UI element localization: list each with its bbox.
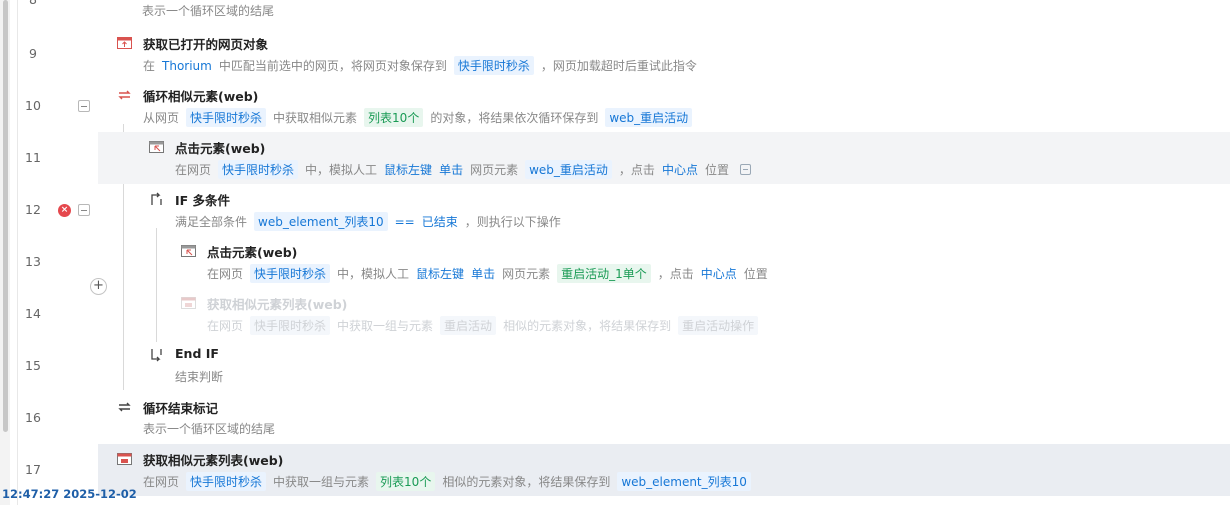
collapse-toggle[interactable]	[78, 100, 90, 112]
step-title: 获取相似元素列表(web)	[207, 297, 348, 312]
variable-tag[interactable]: 快手限时秒杀	[250, 316, 331, 335]
step-row[interactable]: 14 获取相似元素列表(web) 在网页 快手限时秒杀 中获取一组与元素 重启活动 相似…	[0, 288, 1230, 340]
step-description: 表示一个循环区域的结尾	[142, 4, 275, 18]
step-description: 表示一个循环区域的结尾	[143, 422, 276, 436]
step-row[interactable]: 12 × IF 多条件 满足全部条件 web_element_列表10 == 已结束，…	[0, 184, 1230, 236]
similar-list-icon	[117, 453, 132, 465]
line-number: 13	[25, 254, 41, 269]
variable-tag[interactable]: web_重启活动	[605, 108, 693, 127]
step-row[interactable]: 13 点击元素(web) 在网页 快手限时秒杀 中，模拟人工 鼠标左键 单击 网页元素 重启…	[0, 236, 1230, 288]
step-row[interactable]: 11 点击元素(web) 在网页 快手限时秒杀 中，模拟人工 鼠标左键 单击 网页元素 we…	[0, 132, 1230, 184]
variable-tag[interactable]: 快手限时秒杀	[218, 160, 299, 179]
variable-tag[interactable]: web_重启活动	[525, 160, 612, 179]
line-number: 15	[25, 358, 41, 373]
element-tag[interactable]: 列表10个	[376, 472, 436, 491]
loop-end-icon	[118, 402, 131, 412]
step-row[interactable]: 10 循环相似元素(web) 从网页 快手限时秒杀 中获取相似元素 列表10个 的对象，…	[0, 80, 1230, 132]
line-number: 8	[18, 0, 48, 7]
step-title: 循环相似元素(web)	[143, 89, 259, 104]
variable-tag[interactable]: 快手限时秒杀	[186, 472, 267, 491]
step-row[interactable]: 16 循环结束标记 表示一个循环区域的结尾	[0, 392, 1230, 444]
line-number: 17	[25, 462, 41, 477]
click-element-icon	[181, 245, 196, 257]
step-title: 点击元素(web)	[207, 245, 298, 260]
step-title: 点击元素(web)	[175, 141, 266, 156]
step-title: 循环结束标记	[143, 401, 219, 416]
collapse-toggle[interactable]	[78, 204, 90, 216]
variable-tag[interactable]: 快手限时秒杀	[250, 264, 331, 283]
note-icon[interactable]	[739, 164, 751, 175]
webpage-open-icon	[117, 37, 132, 49]
step-row[interactable]: 15 End IF 结束判断	[0, 340, 1230, 392]
if-icon	[151, 192, 162, 205]
step-row[interactable]: 9 获取已打开的网页对象 在 Thorium 中匹配当前选中的网页，将网页对象保存到…	[0, 28, 1230, 80]
loop-icon	[118, 90, 131, 100]
line-number: 10	[25, 98, 41, 113]
step-title: IF 多条件	[175, 193, 231, 208]
step-description: 在网页 快手限时秒杀 中，模拟人工 鼠标左键 单击 网页元素 web_重启活动 ，点击 中心点位…	[175, 160, 758, 179]
variable-tag[interactable]: web_element_列表10	[254, 212, 388, 231]
step-description: 在 Thorium 中匹配当前选中的网页，将网页对象保存到 快手限时秒杀 ，网页加载超时…	[143, 56, 704, 75]
step-title: End IF	[175, 346, 219, 361]
step-description: 在网页 快手限时秒杀 中获取一组与元素 重启活动 相似的元素对象，将结果保存到 重启活动操…	[207, 316, 765, 335]
element-tag[interactable]: 重启活动_1单个	[557, 264, 651, 283]
element-tag[interactable]: 列表10个	[364, 108, 424, 127]
similar-list-icon	[181, 297, 196, 309]
step-description: 从网页 快手限时秒杀 中获取相似元素 列表10个 的对象，将结果依次循环保存到 web_重…	[143, 108, 699, 127]
line-number: 12	[25, 202, 41, 217]
element-tag[interactable]: 重启活动	[440, 316, 497, 335]
step-row[interactable]: 8 表示一个循环区域的结尾	[0, 0, 1230, 26]
step-description: 在网页 快手限时秒杀 中，模拟人工 鼠标左键 单击 网页元素 重启活动_1单个 ，点击 中心点位…	[207, 264, 775, 283]
variable-tag[interactable]: 重启活动操作	[678, 316, 759, 335]
step-title: 获取已打开的网页对象	[143, 37, 269, 52]
click-element-icon	[149, 141, 164, 153]
timestamp-overlay: 12:47:27 2025-12-02	[2, 487, 137, 501]
step-row[interactable]: 17 获取相似元素列表(web) 在网页 快手限时秒杀 中获取一组与元素 列表10个相…	[0, 444, 1230, 496]
step-description: 结束判断	[175, 370, 224, 384]
variable-tag[interactable]: web_element_列表10	[617, 472, 751, 491]
step-description: 满足全部条件 web_element_列表10 == 已结束 ，则执行以下操作	[175, 212, 568, 231]
line-number: 9	[29, 46, 37, 61]
variable-tag[interactable]: 快手限时秒杀	[453, 56, 534, 75]
line-number: 11	[25, 150, 41, 165]
error-icon[interactable]: ×	[58, 204, 71, 217]
line-number: 16	[25, 410, 41, 425]
step-description: 在网页 快手限时秒杀 中获取一组与元素 列表10个 相似的元素对象，将结果保存到 web_…	[143, 472, 758, 491]
step-title: 获取相似元素列表(web)	[143, 453, 284, 468]
line-number: 14	[25, 306, 41, 321]
end-if-icon	[151, 349, 162, 362]
variable-tag[interactable]: 快手限时秒杀	[186, 108, 267, 127]
